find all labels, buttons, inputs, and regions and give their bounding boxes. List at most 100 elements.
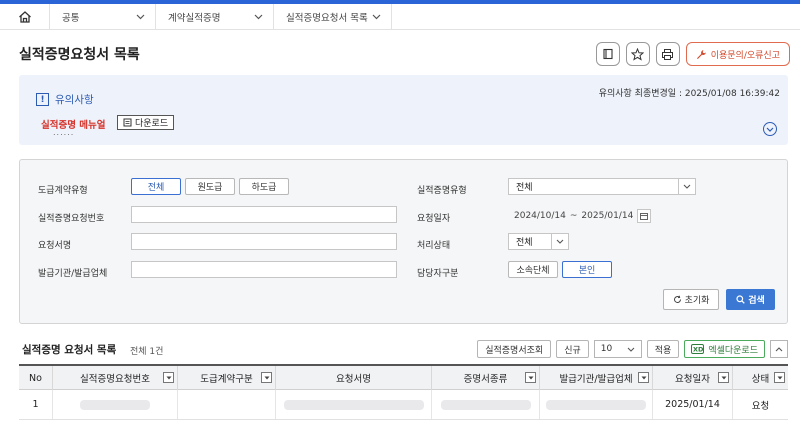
- filter-dropdown-icon[interactable]: [163, 372, 174, 383]
- owner-org[interactable]: 소속단체: [508, 261, 558, 278]
- star-icon: [631, 47, 645, 61]
- request-name-label: 요청서명: [38, 241, 72, 251]
- new-request-button[interactable]: 신규: [556, 340, 589, 358]
- cell-cert-type: [432, 390, 540, 419]
- search-label: 검색: [748, 296, 765, 306]
- favorite-button[interactable]: [625, 42, 650, 66]
- status-select[interactable]: 전체: [508, 233, 569, 250]
- request-date-range[interactable]: 2024/10/14 ~ 2025/01/14: [508, 207, 652, 224]
- list-title: 실적증명 요청서 목록: [22, 344, 117, 356]
- owner-label: 담당자구분: [417, 269, 459, 279]
- filter-dropdown-icon[interactable]: [525, 372, 536, 383]
- date-from: 2024/10/14: [514, 210, 566, 221]
- col-contract-type[interactable]: 도급계약구분: [178, 366, 276, 390]
- breadcrumb-label: 실적증명요청서 목록: [286, 12, 368, 24]
- redacted-text: [80, 399, 150, 410]
- chevron-up-icon: [775, 346, 783, 351]
- notice-updated-date: 유의사항 최종변경일 : 2025/01/08 16:39:42: [598, 89, 780, 99]
- breadcrumb-label: 계약실적증명: [168, 12, 221, 24]
- reset-button[interactable]: 초기화: [663, 289, 719, 310]
- request-name-input[interactable]: [131, 233, 397, 250]
- contract-type-prime[interactable]: 원도급: [185, 178, 235, 195]
- request-date-label: 요청일자: [417, 214, 451, 224]
- filter-dropdown-icon[interactable]: [638, 372, 649, 383]
- excel-icon: XD: [691, 344, 705, 354]
- col-status[interactable]: 상태: [733, 366, 788, 390]
- calendar-icon[interactable]: [637, 208, 652, 223]
- excel-download-button[interactable]: XD 엑셀다운로드: [684, 340, 765, 358]
- download-label: 다운로드: [135, 119, 169, 129]
- chevron-down-icon: [766, 127, 774, 132]
- contract-type-all[interactable]: 전체: [131, 178, 181, 195]
- svg-text:XD: XD: [693, 346, 704, 354]
- col-cert-type[interactable]: 증명서종류: [432, 366, 540, 390]
- printer-icon: [662, 48, 674, 60]
- breadcrumb-item-request-list[interactable]: 실적증명요청서 목록: [274, 4, 392, 29]
- refresh-icon: [673, 295, 681, 303]
- filter-dropdown-icon[interactable]: [774, 372, 785, 383]
- search-button[interactable]: 검색: [726, 289, 775, 310]
- col-no: No: [19, 366, 53, 390]
- page-size-value: 10: [600, 344, 613, 354]
- home-button[interactable]: [0, 4, 50, 29]
- redacted-text: [283, 399, 424, 410]
- redacted-text: [546, 399, 646, 410]
- cell-no: 1: [19, 390, 53, 419]
- list-actions: 실적증명서조회 신규 10 적용 XD 엑셀다운로드: [477, 340, 788, 358]
- breadcrumb-item-contract-cert[interactable]: 계약실적증명: [156, 4, 274, 29]
- contract-type-sub[interactable]: 하도급: [239, 178, 289, 195]
- grid-header: No 실적증명요청번호 도급계약구분 요청서명 증명서종류 발급기관/발급업체 …: [19, 364, 788, 390]
- book-icon: [603, 48, 613, 60]
- reset-label: 초기화: [684, 296, 710, 306]
- list-count: 전체 1건: [130, 347, 164, 357]
- collapse-button[interactable]: [770, 340, 788, 358]
- apply-button[interactable]: 적용: [646, 340, 680, 358]
- breadcrumb-item-common[interactable]: 공통: [50, 4, 156, 29]
- cell-request-name: [276, 390, 432, 419]
- col-request-date[interactable]: 요청일자: [653, 366, 733, 390]
- redacted-text: [440, 399, 531, 410]
- report-issue-button[interactable]: 이용문의/오류신고: [685, 42, 790, 66]
- date-to: 2025/01/14: [581, 210, 634, 221]
- issuer-input[interactable]: [131, 261, 397, 278]
- cert-lookup-button[interactable]: 실적증명서조회: [477, 340, 552, 358]
- search-icon: [736, 295, 745, 304]
- request-no-input[interactable]: [131, 206, 397, 223]
- title-actions: 이용문의/오류신고: [595, 42, 790, 66]
- cert-type-select[interactable]: 전체: [508, 178, 696, 195]
- report-issue-label: 이용문의/오류신고: [710, 50, 780, 61]
- col-request-name: 요청서명: [276, 366, 432, 390]
- notice-title: 유의사항: [55, 94, 94, 106]
- col-request-no[interactable]: 실적증명요청번호: [53, 366, 178, 390]
- cert-type-value: 전체: [516, 183, 533, 193]
- notice-expand-button[interactable]: [763, 122, 777, 136]
- manual-download-button[interactable]: 다운로드: [117, 115, 175, 130]
- chevron-down-icon: [551, 234, 568, 249]
- request-no-label: 실적증명요청번호: [38, 214, 105, 224]
- filter-dropdown-icon[interactable]: [718, 372, 729, 383]
- request-grid: No 실적증명요청번호 도급계약구분 요청서명 증명서종류 발급기관/발급업체 …: [19, 364, 788, 420]
- col-issuer[interactable]: 발급기관/발급업체: [540, 366, 653, 390]
- issuer-label: 발급기관/발급업체: [38, 269, 108, 279]
- chevron-down-icon: [254, 14, 263, 19]
- manual-button[interactable]: [595, 42, 620, 66]
- status-value: 전체: [516, 238, 533, 248]
- cell-status: 요청: [751, 400, 770, 412]
- cell-request-date: 2025/01/14: [653, 390, 733, 419]
- chevron-down-icon: [136, 14, 145, 19]
- excel-label: 엑셀다운로드: [708, 345, 758, 356]
- home-icon: [18, 10, 31, 23]
- filter-dropdown-icon[interactable]: [261, 372, 272, 383]
- table-row[interactable]: 1 2025/01/14 요청: [19, 390, 788, 420]
- notice-panel: ! 유의사항 유의사항 최종변경일 : 2025/01/08 16:39:42 …: [19, 75, 788, 145]
- owner-self[interactable]: 본인: [562, 261, 612, 278]
- search-panel: 도급계약유형 전체 원도급 하도급 실적증명유형 전체 실적증명요청번호 요청일…: [19, 159, 788, 324]
- cert-type-label: 실적증명유형: [417, 186, 467, 196]
- print-button[interactable]: [655, 42, 680, 66]
- cell-request-no: [53, 390, 178, 419]
- page-size-select[interactable]: 10: [593, 340, 642, 358]
- wrench-icon: [696, 49, 706, 59]
- breadcrumb-label: 공통: [62, 12, 80, 24]
- chevron-down-icon: [627, 347, 635, 352]
- contract-type-label: 도급계약유형: [38, 186, 88, 196]
